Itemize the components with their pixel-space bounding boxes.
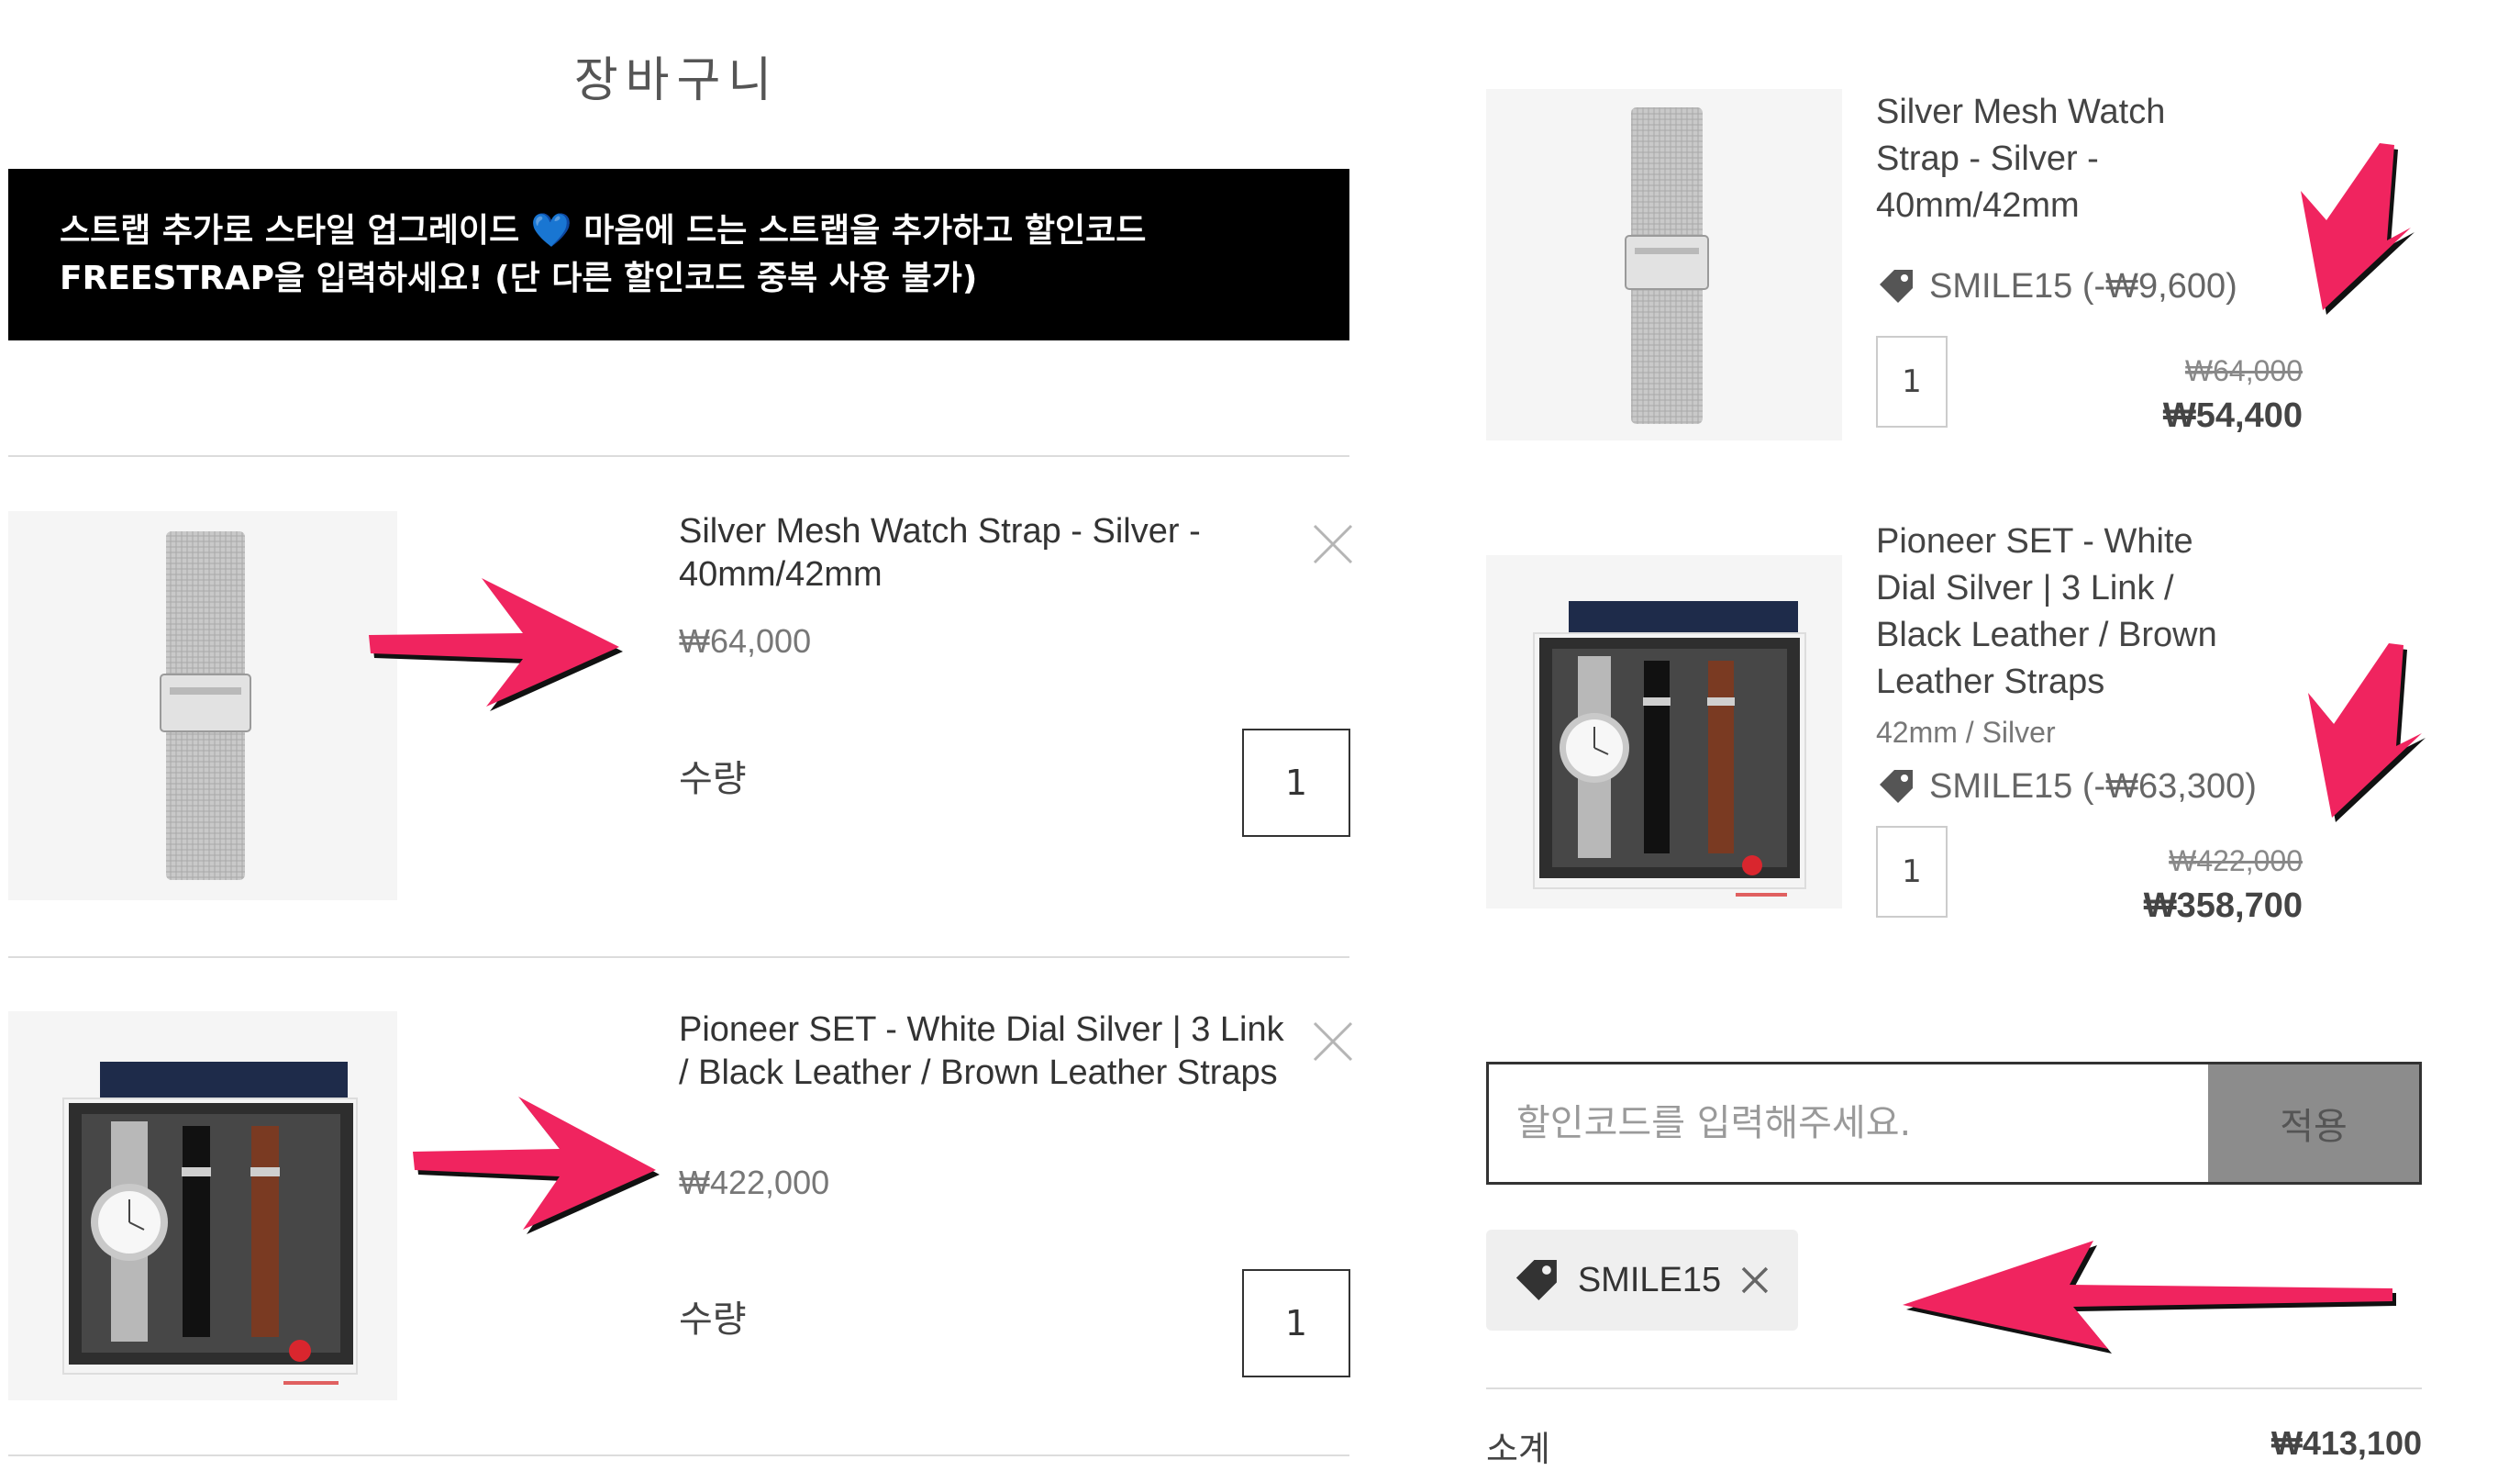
remove-item-close-icon[interactable] [1310, 521, 1356, 567]
summary-coupon: SMILE15 (-₩9,600) [1876, 266, 2237, 306]
tag-icon [1880, 770, 1913, 803]
promo-banner: 스트랩 추가로 스타일 업그레이드 💙 마음에 드는 스트랩을 추가하고 할인코… [8, 169, 1349, 340]
quantity-input[interactable]: 1 [1242, 729, 1350, 837]
cart-item-name[interactable]: Silver Mesh Watch Strap - Silver - 40mm/… [679, 510, 1248, 596]
quantity-label: 수량 [679, 758, 747, 800]
product-image-pioneer-set[interactable] [8, 1011, 397, 1400]
summary-quantity: 1 [1876, 336, 1948, 428]
subtotal-value: ₩413,100 [2270, 1424, 2422, 1462]
applied-code-label: SMILE15 [1577, 1260, 1722, 1299]
summary-item-name: Pioneer SET - White Dial Silver | 3 Link… [1876, 522, 2217, 701]
tag-icon [1515, 1259, 1557, 1301]
original-price: ₩422,000 [2169, 844, 2303, 877]
product-image-mesh-strap[interactable] [8, 511, 397, 900]
pioneer-set-image [1533, 601, 1806, 897]
original-price: ₩64,000 [2184, 354, 2303, 387]
quantity-label: 수량 [679, 1298, 747, 1341]
summary-item-variant: 42mm / Silver [1876, 716, 2056, 749]
summary-quantity: 1 [1876, 826, 1948, 918]
cart-item-price: ₩422,000 [679, 1164, 830, 1201]
promo-line-1: 스트랩 추가로 스타일 업그레이드 💙 마음에 드는 스트랩을 추가하고 할인코… [60, 212, 1147, 250]
summary-coupon: SMILE15 (-₩63,300) [1876, 766, 2257, 807]
divider [8, 455, 1349, 457]
heart-icon: 💙 [530, 212, 572, 250]
summary-image-mesh-strap [1486, 89, 1842, 440]
remove-code-close-icon[interactable] [1737, 1263, 1772, 1298]
pointer-arrow [413, 1097, 660, 1234]
discount-code-form: 적용 [1486, 1062, 2422, 1185]
tag-icon [1880, 270, 1913, 303]
cart-title: 장바구니 [573, 53, 780, 108]
divider [8, 1454, 1349, 1456]
promo-line-2: FREESTRAP을 입력하세요! (단 다른 할인코드 중복 사용 불가) [60, 260, 978, 297]
summary-image-pioneer-set [1486, 555, 1842, 908]
discounted-price: ₩358,700 [2143, 886, 2303, 925]
summary-item-name: Silver Mesh Watch Strap - Silver - 40mm/… [1876, 93, 2166, 225]
pointer-arrow [1903, 1241, 2396, 1354]
remove-item-close-icon[interactable] [1310, 1019, 1356, 1064]
divider [8, 956, 1349, 958]
discounted-price: ₩54,400 [2162, 396, 2303, 435]
mesh-strap-image [160, 531, 251, 880]
divider [1486, 1387, 2422, 1389]
apply-code-button[interactable]: 적용 [2208, 1064, 2419, 1182]
pointer-arrow [369, 578, 623, 711]
cart-item-name[interactable]: Pioneer SET - White Dial Silver | 3 Link… [679, 1009, 1284, 1095]
cart-item-price: ₩64,000 [679, 622, 812, 660]
subtotal-label: 소계 [1486, 1429, 1550, 1469]
applied-code-chip: SMILE15 [1486, 1230, 1798, 1331]
pointer-arrow [2301, 143, 2415, 315]
pioneer-set-image [62, 1062, 358, 1385]
quantity-input[interactable]: 1 [1242, 1269, 1350, 1377]
discount-code-input[interactable] [1489, 1064, 2208, 1182]
mesh-strap-image [1625, 107, 1709, 424]
